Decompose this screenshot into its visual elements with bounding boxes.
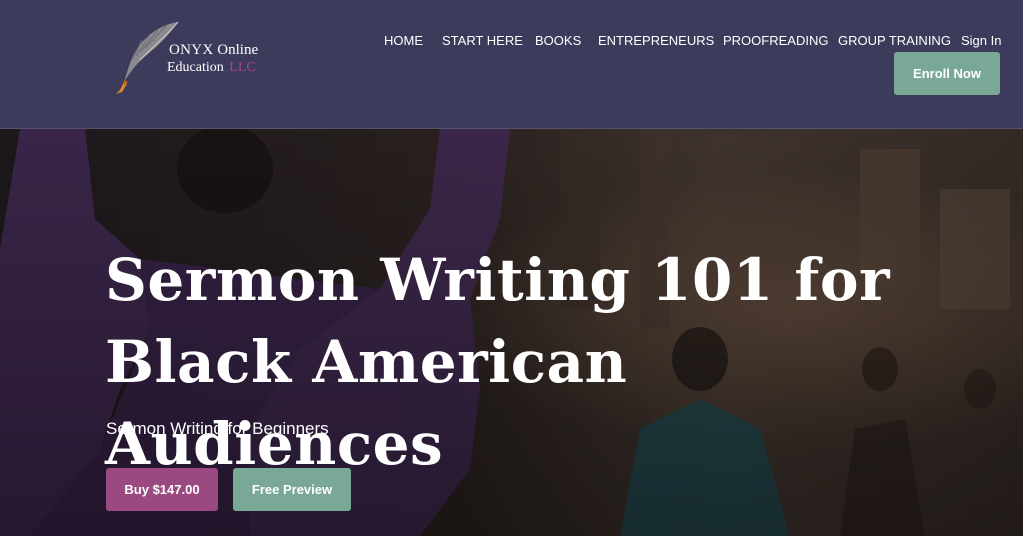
logo-llc: LLC xyxy=(229,60,256,75)
logo-education: Education xyxy=(167,60,224,75)
quill-pen-icon xyxy=(116,21,179,94)
nav-proofreading[interactable]: PROOFREADING xyxy=(723,33,828,48)
nav-start-here[interactable]: START HERE xyxy=(442,33,523,48)
logo-brand: ONYX xyxy=(169,42,214,58)
site-logo[interactable]: ONYX Online Education LLC xyxy=(112,20,272,98)
free-preview-button[interactable]: Free Preview xyxy=(233,468,351,511)
nav-books[interactable]: BOOKS xyxy=(535,33,581,48)
hero-subtitle: Sermon Writing for Beginners xyxy=(106,419,329,438)
buy-button[interactable]: Buy $147.00 xyxy=(106,468,218,511)
nav-sign-in[interactable]: Sign In xyxy=(961,33,1001,48)
logo-text-line1: ONYX Online xyxy=(169,42,258,59)
logo-text-line2: Education LLC xyxy=(167,60,256,76)
hero-title: Sermon Writing 101 for Black American Au… xyxy=(105,246,891,478)
nav-home[interactable]: HOME xyxy=(384,33,423,48)
enroll-now-button[interactable]: Enroll Now xyxy=(894,52,1000,95)
site-header: ONYX Online Education LLC HOME START HER… xyxy=(0,0,1023,129)
nav-group-training[interactable]: GROUP TRAINING xyxy=(838,33,951,48)
nav-entrepreneurs[interactable]: ENTREPRENEURS xyxy=(598,33,714,48)
hero-section: Sermon Writing 101 for Black American Au… xyxy=(0,129,1023,536)
logo-online: Online xyxy=(217,42,259,58)
